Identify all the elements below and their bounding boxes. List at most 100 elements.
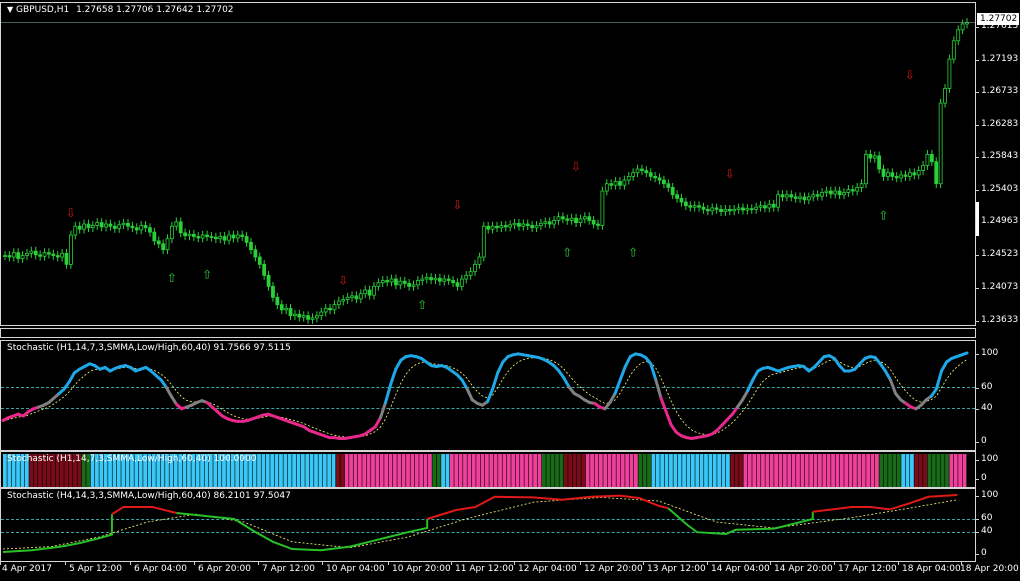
candle-body (776, 194, 781, 208)
candle-body (798, 196, 802, 199)
scroll-marker[interactable] (976, 202, 979, 236)
symbol-label: GBPUSD,H1 (16, 5, 70, 15)
histogram-bar (800, 454, 805, 487)
candle-body (697, 205, 701, 208)
histogram-bar (550, 454, 555, 487)
histogram-bar (651, 454, 656, 487)
time-axis[interactable]: 4 Apr 2017 5 Apr 12:00 6 Apr 04:00 6 Apr 20… (0, 562, 1019, 581)
histogram-bar (958, 454, 963, 487)
candle-body (956, 29, 961, 42)
histogram-bar (721, 454, 726, 487)
candle-body (468, 271, 473, 276)
price-scale[interactable]: 1.27613 1.27193 1.26733 1.26283 1.25843 … (974, 2, 1020, 326)
histogram-bar (927, 454, 932, 487)
price-tick: 1.26733 (974, 86, 1019, 96)
buy-arrow-icon: ⇧ (562, 245, 572, 259)
histogram-bar (787, 454, 792, 487)
candle-body (25, 252, 29, 256)
stochastic-h1-scale: 100 60 40 0 (974, 340, 1020, 451)
histogram-bar (537, 454, 542, 487)
candle-body (363, 289, 368, 295)
histogram-bar (371, 454, 375, 487)
histogram-bar (638, 454, 643, 487)
candle-body (767, 203, 772, 209)
histogram-bar (655, 454, 660, 487)
candle-body (354, 295, 359, 300)
chart-menu-icon[interactable]: ▼ (7, 5, 13, 14)
histogram-bar (809, 454, 814, 487)
price-tick: 1.25403 (974, 184, 1019, 194)
time-tick (388, 562, 389, 565)
histogram-bar (673, 454, 678, 487)
histogram-bar (568, 454, 573, 487)
time-label: 12 Apr 20:00 (584, 564, 643, 574)
candle-body (815, 194, 820, 197)
histogram-bar (480, 454, 485, 487)
candle-body (886, 172, 890, 177)
histogram-bar (896, 454, 901, 487)
stochastic-segment (654, 378, 663, 400)
candle-body (547, 221, 552, 225)
candle-body (574, 217, 578, 223)
candle-body (921, 165, 925, 171)
candle-body (635, 168, 640, 174)
stochastic-bar-pane[interactable]: Stochastic (H1,14,7,3,SMMA,Low/High,60,4… (0, 451, 976, 488)
candle-body (55, 255, 60, 258)
histogram-bar (283, 454, 288, 487)
stochastic-segment (934, 369, 943, 391)
time-tick (65, 562, 66, 565)
candle-body (336, 300, 341, 306)
histogram-bar (397, 454, 402, 487)
histogram-bar (647, 454, 651, 487)
stochastic-h1-pane[interactable]: Stochastic (H1,14,7,3,SMMA,Low/High,60,4… (0, 340, 976, 451)
histogram-bar (857, 454, 862, 487)
price-tick: 1.23633 (974, 315, 1019, 325)
histogram-bar (905, 454, 910, 487)
histogram-bar (747, 454, 752, 487)
histogram-bar (414, 454, 419, 487)
candle-body (960, 23, 965, 31)
time-tick (451, 562, 452, 565)
candle-body (828, 190, 833, 195)
histogram-bar (629, 454, 634, 487)
price-chart-pane[interactable]: ⇧ ⇧ ⇧ ⇧ ⇧ ⇧ ⇩ ⇩ ⇩ ⇩ ⇩ ⇩ ▼ GBPUSD,H1 1.27658 1.27706… (0, 2, 976, 326)
candle-body (929, 154, 934, 163)
candle-body (477, 256, 482, 265)
candle-body (710, 207, 715, 212)
stochastic-segment (623, 355, 632, 368)
candle-body (459, 278, 464, 287)
candle-body (587, 216, 592, 221)
histogram-bar (730, 454, 735, 487)
candle-body (934, 161, 939, 185)
candle-body (714, 207, 719, 210)
histogram-bar (901, 454, 906, 487)
time-label: 18 Apr 20:00 (960, 564, 1019, 574)
histogram-bar (704, 454, 708, 487)
histogram-bar (717, 454, 722, 487)
histogram-bar (879, 454, 884, 487)
candle-body (429, 277, 433, 281)
candle-body (881, 168, 886, 177)
candle-body (780, 194, 785, 198)
candle-body (33, 250, 38, 256)
time-tick (834, 562, 835, 565)
candle-body (675, 194, 679, 199)
candle-body (165, 238, 170, 251)
stochastic-segment (659, 396, 668, 413)
histogram-bar (822, 454, 827, 487)
stochastic-segment (562, 376, 571, 389)
empty-indicator-pane[interactable] (0, 328, 976, 338)
stochastic-h4-scale: 100 60 40 0 (974, 488, 1020, 562)
histogram-bar (581, 454, 586, 487)
stochastic-h4-pane[interactable]: Stochastic (H4,14,3,3,SMMA,Low/High,60,4… (0, 488, 976, 562)
candle-body (530, 225, 535, 229)
histogram-bar (910, 454, 914, 487)
candle-body (464, 274, 469, 280)
candle-body (741, 207, 745, 211)
histogram-bar (660, 454, 665, 487)
histogram-bar (436, 454, 441, 487)
time-label: 11 Apr 12:00 (455, 564, 514, 574)
candle-body (534, 225, 539, 229)
price-tick: 1.25843 (974, 151, 1019, 161)
histogram-bar (300, 454, 305, 487)
